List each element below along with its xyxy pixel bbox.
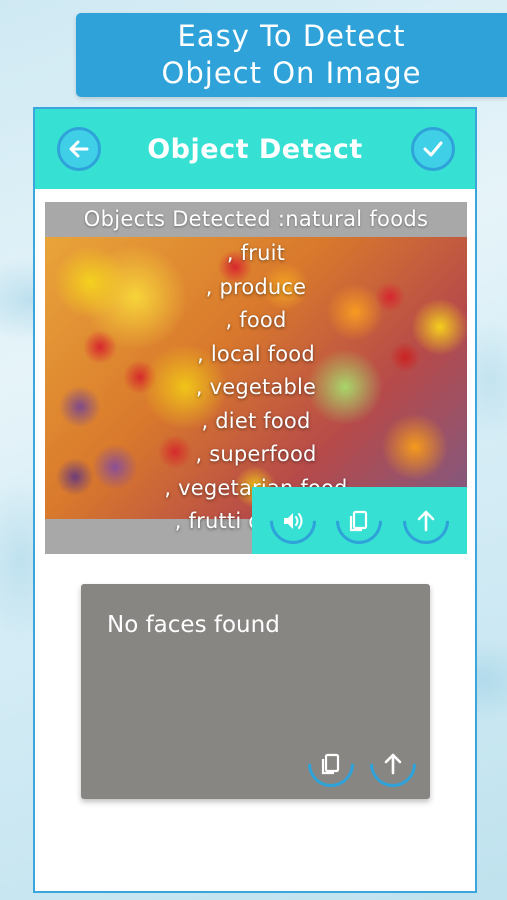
phone-frame: Object Detect Objects Detected :natural … <box>33 107 477 893</box>
result-action-bar <box>252 487 467 554</box>
speak-button[interactable] <box>270 498 316 544</box>
promo-line-1: Easy To Detect <box>177 19 406 53</box>
share-button[interactable] <box>403 498 449 544</box>
face-detection-card: No faces found <box>81 584 430 799</box>
detected-objects-heading: Objects Detected :natural foods <box>83 207 429 231</box>
copy-icon <box>350 510 368 531</box>
list-item: , produce <box>205 274 307 299</box>
back-button[interactable] <box>57 127 101 171</box>
copy-button[interactable] <box>308 741 354 787</box>
promo-banner: Easy To Detect Object On Image <box>76 13 507 97</box>
speaker-icon <box>284 512 303 529</box>
copy-button[interactable] <box>336 498 382 544</box>
share-button[interactable] <box>370 741 416 787</box>
app-header: Object Detect <box>35 109 475 189</box>
list-item: , food <box>225 308 287 332</box>
share-icon <box>384 753 402 775</box>
page-title: Object Detect <box>147 133 363 165</box>
check-icon <box>423 141 443 157</box>
done-button[interactable] <box>411 127 455 171</box>
copy-icon <box>321 753 340 775</box>
face-action-bar <box>308 741 416 787</box>
list-item: , diet food <box>201 408 311 433</box>
back-arrow-icon <box>69 140 89 158</box>
share-icon <box>417 510 435 531</box>
list-item: , local food <box>197 341 315 366</box>
list-item: , vegetable <box>195 375 317 399</box>
promo-line-2: Object On Image <box>161 56 422 90</box>
list-item: , fruit <box>226 241 286 265</box>
face-result-message: No faces found <box>107 612 280 638</box>
list-item: , superfood <box>195 442 317 466</box>
